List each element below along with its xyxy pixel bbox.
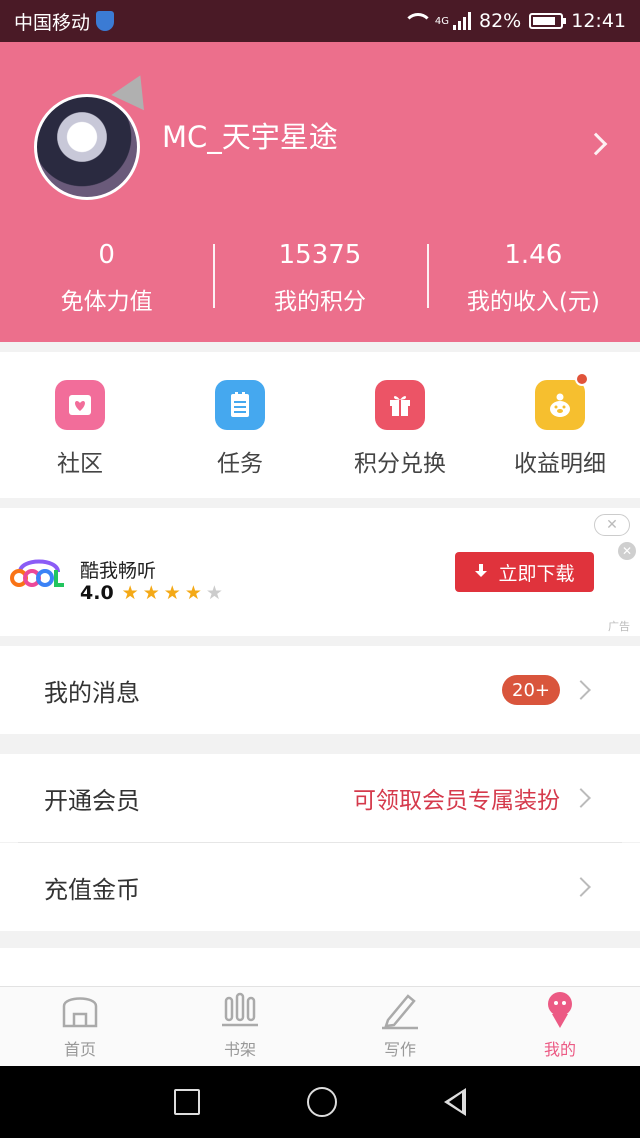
avatar-image <box>34 94 140 200</box>
chevron-right-icon <box>571 877 591 897</box>
ad-app-name: 酷我畅听 <box>80 560 157 582</box>
network-type: 4G <box>434 16 449 27</box>
piggy-icon <box>535 372 589 430</box>
download-label: 立即下载 <box>498 562 575 585</box>
menu-label: 我的消息 <box>44 678 140 707</box>
star-icon: ★ <box>121 582 139 604</box>
ad-dismiss-button[interactable]: ✕ <box>594 514 630 536</box>
stat-income[interactable]: 1.46 我的收入(元) <box>426 238 640 316</box>
home-icon <box>62 997 98 1028</box>
tab-writing[interactable]: 写作 <box>320 987 480 1066</box>
signal-icon <box>453 12 471 30</box>
battery-icon <box>529 13 567 29</box>
pencil-icon <box>382 994 418 1030</box>
stat-points[interactable]: 15375 我的积分 <box>213 238 426 316</box>
stat-label: 我的积分 <box>273 289 366 315</box>
star-icon: ★ <box>163 582 181 604</box>
ad-rating-score: 4.0 <box>80 582 114 604</box>
username[interactable]: MC_天宇星途 <box>162 114 338 156</box>
system-nav-bar <box>0 1066 640 1138</box>
back-icon[interactable] <box>444 1088 467 1116</box>
avatar[interactable] <box>34 67 157 204</box>
message-count-badge: 20+ <box>502 675 560 705</box>
carrier: 中国移动 <box>14 8 115 35</box>
stat-label: 我的收入(元) <box>466 289 600 315</box>
vip-promo-text: 可领取会员专属装扮 <box>353 788 560 814</box>
status-bar: 中国移动 4G 82% 12:41 <box>0 0 640 42</box>
shortcut-community[interactable]: 社区 <box>0 352 160 498</box>
stat-label: 免体力值 <box>60 289 153 315</box>
stats-row: 0 免体力值 15375 我的积分 1.46 我的收入(元) <box>0 238 640 316</box>
chevron-right-icon <box>571 788 591 808</box>
clipboard-icon <box>215 380 265 430</box>
heart-envelope-icon <box>55 380 105 430</box>
tab-bookshelf[interactable]: 书架 <box>160 987 320 1066</box>
notification-dot <box>575 372 589 386</box>
menu-label: 开通会员 <box>44 786 140 815</box>
gift-icon <box>375 380 425 430</box>
wifi-icon <box>402 13 433 29</box>
menu-vip[interactable]: 开通会员 可领取会员专属装扮 <box>0 754 640 842</box>
star-icon: ★ <box>142 582 160 604</box>
tab-label: 我的 <box>543 1040 576 1059</box>
profile-icon <box>548 992 572 1028</box>
tab-home[interactable]: 首页 <box>0 987 160 1066</box>
tab-mine[interactable]: 我的 <box>480 987 640 1066</box>
download-button[interactable]: 立即下载 <box>455 552 594 592</box>
chevron-right-icon[interactable] <box>584 132 608 156</box>
chevron-right-icon <box>571 680 591 700</box>
menu-item-partial[interactable] <box>0 948 640 988</box>
shortcut-grid: 社区 任务 积分兑换 收益明细 <box>0 352 640 498</box>
carrier-name: 中国移动 <box>14 11 91 34</box>
shield-icon <box>96 11 115 31</box>
profile-header: MC_天宇星途 0 免体力值 15375 我的积分 1.46 我的收入(元) <box>0 42 640 342</box>
menu-label: 充值金币 <box>44 875 140 904</box>
shortcut-points-exchange[interactable]: 积分兑换 <box>320 352 480 498</box>
shortcut-label: 积分兑换 <box>354 451 446 477</box>
tab-bar: 首页 书架 写作 我的 <box>0 986 640 1066</box>
kuwo-logo-icon <box>10 559 64 587</box>
tab-label: 首页 <box>63 1040 96 1059</box>
stat-stamina[interactable]: 0 免体力值 <box>0 238 213 316</box>
star-icon: ★ <box>184 582 202 604</box>
shortcut-label: 任务 <box>217 451 263 477</box>
clock: 12:41 <box>571 10 626 32</box>
stat-value: 0 <box>98 240 115 270</box>
bookshelf-icon <box>222 992 258 1027</box>
battery-percent: 82% <box>479 10 522 32</box>
menu-messages[interactable]: 我的消息 20+ <box>0 646 640 734</box>
ad-rating: 4.0 ★ ★ ★ ★ ★ <box>80 582 223 604</box>
tab-label: 写作 <box>383 1040 416 1059</box>
shortcut-label: 社区 <box>57 451 103 477</box>
recent-apps-icon[interactable] <box>173 1089 200 1115</box>
download-icon <box>474 564 488 580</box>
close-icon[interactable]: ✕ <box>618 542 636 560</box>
menu-recharge[interactable]: 充值金币 <box>0 843 640 931</box>
shortcut-tasks[interactable]: 任务 <box>160 352 320 498</box>
home-button-icon[interactable] <box>306 1087 337 1117</box>
shortcut-income-detail[interactable]: 收益明细 <box>480 352 640 498</box>
ad-label: 广告 <box>608 620 630 633</box>
shortcut-label: 收益明细 <box>514 451 606 477</box>
star-empty-icon: ★ <box>205 582 223 604</box>
stat-value: 1.46 <box>504 240 563 270</box>
ad-banner[interactable]: 酷我畅听 4.0 ★ ★ ★ ★ ★ 立即下载 ✕ ✕ 广告 <box>0 508 640 636</box>
stat-value: 15375 <box>278 240 362 270</box>
tab-label: 书架 <box>223 1040 256 1059</box>
